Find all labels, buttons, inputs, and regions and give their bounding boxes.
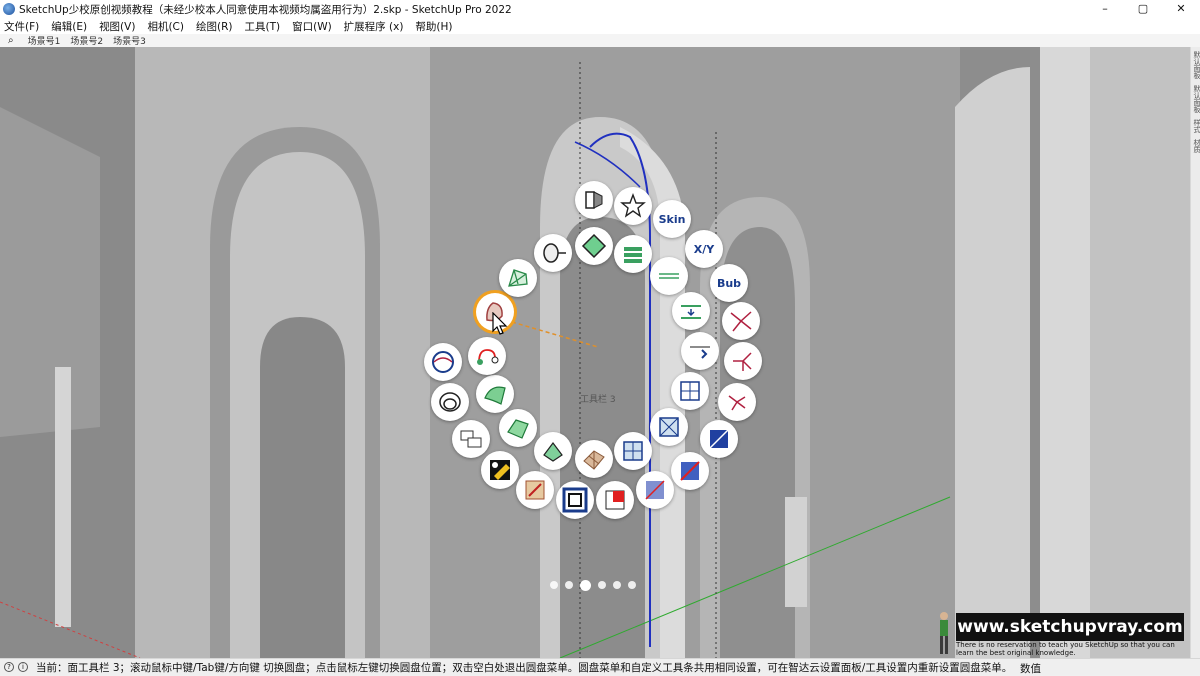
page-dot-current[interactable] [580,579,591,591]
xy-label: X/Y [693,242,715,256]
pie-menu-label: 工具栏 3 [580,395,616,405]
pie-tool-corner-red-icon[interactable] [596,481,634,519]
scene-tabs-bar: ⌕ 场景号1 场景号2 场景号3 [0,34,1200,47]
pie-tool-quad-icon[interactable] [614,432,652,470]
bub-label: Bub [716,276,742,290]
menu-view[interactable]: 视图(V) [99,19,135,34]
scene-tab-2[interactable]: 场景号2 [70,34,103,47]
pie-tool-branch-icon[interactable] [724,342,762,380]
pie-tool-layers-icon[interactable] [672,292,710,330]
default-tray[interactable]: 默认面板 默认面板 样式 材质 [1190,47,1200,658]
pie-tool-terrain-icon[interactable] [575,440,613,478]
pie-tool-diamond-icon[interactable] [575,227,613,265]
pie-page-indicator [550,579,643,591]
menu-help[interactable]: 帮助(H) [415,19,452,34]
pie-tool-sphere-icon[interactable] [424,343,462,381]
sketchup-app-icon [3,3,15,15]
scene-render [0,47,1190,658]
menu-extensions[interactable]: 扩展程序 (x) [344,19,404,34]
mouse-cursor-icon [492,312,508,335]
menu-camera[interactable]: 相机(C) [147,19,184,34]
pie-tool-cross-icon[interactable] [650,408,688,446]
page-dot[interactable] [628,581,636,589]
pie-tool-split-blue-icon[interactable] [700,420,738,458]
info-icon[interactable]: i [18,662,28,672]
page-dot[interactable] [550,581,558,589]
pie-tool-scatter-icon[interactable] [718,383,756,421]
search-icon[interactable]: ⌕ [8,35,14,46]
pie-tool-contour-icon[interactable] [431,383,469,421]
pie-tool-mesh-icon[interactable] [499,259,537,297]
model-viewport[interactable]: Skin X/Y Bub 工具栏 3 [0,47,1190,658]
title-bar: SketchUp少校原创视频教程（未经少校本人同意使用本视频均属盗用行为）2.s… [0,0,1200,18]
maximize-button[interactable]: ▢ [1124,0,1162,18]
scene-tab-3[interactable]: 场景号3 [113,34,146,47]
page-dot[interactable] [598,581,606,589]
menu-tools[interactable]: 工具(T) [244,19,280,34]
pie-tool-star-icon[interactable] [614,187,652,225]
scene-tab-1[interactable]: 场景号1 [28,34,61,47]
watermark-caption: There is no reservation to teach you Ske… [956,641,1175,657]
skin-label: Skin [658,212,686,226]
pie-tool-stack-icon[interactable] [614,235,652,273]
status-text: 当前：面工具栏 3；滚动鼠标中键/Tab键/方向键 切换圆盘；点击鼠标左键切换圆… [36,661,1013,674]
pie-tool-surface-icon[interactable] [499,409,537,447]
page-dot[interactable] [613,581,621,589]
pie-tool-lathe-icon[interactable] [534,234,572,272]
close-button[interactable]: ✕ [1162,0,1200,18]
pie-tool-xy-icon[interactable]: X/Y [685,230,723,268]
pie-tool-offset-icon[interactable] [556,481,594,519]
pie-tool-grid-icon[interactable] [671,372,709,410]
pie-tool-face-icon[interactable] [575,181,613,219]
pie-tool-lines-icon[interactable] [650,257,688,295]
tray-tab[interactable]: 样式 [1192,119,1200,133]
tray-tab[interactable]: 默认面板 [1192,51,1200,79]
page-dot[interactable] [565,581,573,589]
menu-draw[interactable]: 绘图(R) [196,19,233,34]
minimize-button[interactable]: – [1086,0,1124,18]
pie-tool-bub-icon[interactable]: Bub [710,264,748,302]
tray-tab[interactable]: 材质 [1192,139,1200,153]
pie-tool-move-down-icon[interactable] [681,332,719,370]
pie-tool-material-icon[interactable] [481,451,519,489]
measurements-label: 数值 [1020,663,1041,675]
pie-tool-split-red-icon[interactable] [671,452,709,490]
menu-window[interactable]: 窗口(W) [292,19,332,34]
person-figure-icon [940,612,948,654]
watermark-logo: www.sketchupvray.com [956,613,1184,641]
pie-tool-loop-icon[interactable] [468,337,506,375]
pie-tool-project-icon[interactable] [452,420,490,458]
pie-tool-paint-icon[interactable] [516,471,554,509]
window-title: SketchUp少校原创视频教程（未经少校本人同意使用本视频均属盗用行为）2.s… [19,3,512,16]
pie-tool-curved-icon[interactable] [476,375,514,413]
menu-bar: 文件(F) 编辑(E) 视图(V) 相机(C) 绘图(R) 工具(T) 窗口(W… [0,18,1200,34]
menu-file[interactable]: 文件(F) [4,19,39,34]
menu-edit[interactable]: 编辑(E) [51,19,87,34]
pie-tool-prism-icon[interactable] [534,432,572,470]
geo-location-icon[interactable]: ? [4,662,14,672]
window-controls: – ▢ ✕ [1086,0,1200,18]
status-bar: ? i 当前：面工具栏 3；滚动鼠标中键/Tab键/方向键 切换圆盘；点击鼠标左… [0,658,1200,675]
pie-tool-skin-icon[interactable]: Skin [653,200,691,238]
pie-tool-split-light-icon[interactable] [636,471,674,509]
pie-tool-network-icon[interactable] [722,302,760,340]
tray-tab[interactable]: 默认面板 [1192,85,1200,113]
